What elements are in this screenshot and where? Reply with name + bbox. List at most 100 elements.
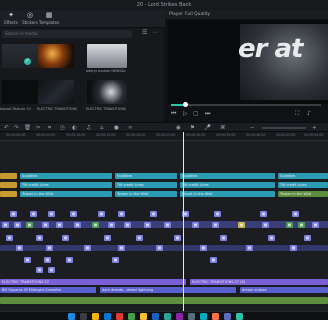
- media-thumb-5[interactable]: [38, 80, 74, 104]
- effect-block[interactable]: ▦: [144, 222, 151, 228]
- search-icon[interactable]: [80, 313, 87, 320]
- effect-block[interactable]: ▦: [36, 235, 43, 241]
- timeline-clip[interactable]: Tilt credit Lines: [20, 182, 112, 188]
- effect-block[interactable]: ▦: [246, 245, 253, 251]
- progress-handle[interactable]: [183, 102, 188, 107]
- effect-block[interactable]: ▦: [174, 235, 181, 241]
- effect-block[interactable]: ▦: [66, 257, 73, 263]
- play-icon[interactable]: ▷: [183, 110, 188, 117]
- app-icon[interactable]: [212, 313, 219, 320]
- effect-block[interactable]: ▦: [26, 222, 33, 228]
- effect-block[interactable]: ▦: [84, 245, 91, 251]
- effect-block[interactable]: ▦: [42, 222, 49, 228]
- playhead[interactable]: [183, 132, 184, 320]
- snapshot-icon[interactable]: ⌘: [220, 124, 226, 132]
- color-icon[interactable]: ◐: [72, 124, 77, 132]
- effect-block[interactable]: ▦: [304, 235, 311, 241]
- filter-icon[interactable]: ☰: [142, 29, 147, 36]
- effect-block[interactable]: ▦: [262, 222, 269, 228]
- effect-block[interactable]: ▦: [192, 222, 199, 228]
- timeline-clip[interactable]: Subtitles: [115, 173, 177, 179]
- media-thumb-1[interactable]: ✓: [2, 44, 38, 68]
- effect-block[interactable]: ▦: [290, 245, 297, 251]
- effect-block[interactable]: ▦: [24, 257, 31, 263]
- app-icon[interactable]: [176, 313, 183, 320]
- effect-block[interactable]: ▦: [286, 222, 293, 228]
- effect-block[interactable]: ▦: [156, 245, 163, 251]
- audio-clip[interactable]: ELECTRIC TRANSITIONS 07: [0, 279, 186, 285]
- timeline-clip[interactable]: Teaser in the Wild: [20, 191, 112, 197]
- mic-icon[interactable]: 🎤: [204, 124, 211, 132]
- media-thumb-4[interactable]: [2, 80, 38, 104]
- search-input[interactable]: Search in media: [2, 30, 132, 38]
- effect-block[interactable]: ▦: [108, 222, 115, 228]
- audio-track-bg[interactable]: [0, 297, 328, 304]
- effect-block[interactable]: ▦: [210, 257, 217, 263]
- effect-block[interactable]: ▦: [268, 235, 275, 241]
- effect-block[interactable]: ▦: [260, 211, 267, 217]
- effect-block[interactable]: ▦: [92, 222, 99, 228]
- progress-track[interactable]: [171, 104, 321, 106]
- timeline-clip[interactable]: Subtitles: [20, 173, 112, 179]
- delete-icon[interactable]: 🗑: [24, 124, 31, 132]
- speed-icon[interactable]: ◷: [60, 124, 65, 132]
- effect-block[interactable]: ▦: [74, 222, 81, 228]
- timeline-clip[interactable]: Teaser in the Wild: [278, 191, 328, 197]
- volume-icon[interactable]: ♪: [307, 110, 311, 117]
- nav-templates[interactable]: ▦ Templates: [38, 11, 60, 27]
- effect-block[interactable]: ▦: [150, 211, 157, 217]
- effect-block[interactable]: ▦: [298, 222, 305, 228]
- marker-icon[interactable]: ⚑: [190, 124, 195, 132]
- timeline-clip[interactable]: Teaser in the Wild: [115, 191, 177, 197]
- effect-block[interactable]: ▦: [36, 267, 43, 273]
- effect-block[interactable]: ▦: [292, 211, 299, 217]
- link-icon[interactable]: ∞: [128, 124, 133, 132]
- zoom-slider[interactable]: [262, 127, 306, 129]
- undo-icon[interactable]: ↶: [4, 124, 9, 132]
- effect-block[interactable]: ▦: [2, 222, 9, 228]
- timeline-clip[interactable]: Shock in the Wild: [180, 191, 275, 197]
- folder-icon[interactable]: [92, 313, 99, 320]
- prev-frame-icon[interactable]: ⏮: [171, 110, 176, 118]
- stop-icon[interactable]: ▢: [193, 110, 199, 117]
- redo-icon[interactable]: ↷: [14, 124, 19, 132]
- music-clip[interactable]: dream eclipse: [240, 287, 328, 293]
- media-thumb-6[interactable]: [87, 80, 127, 104]
- timeline-clip[interactable]: [0, 191, 17, 197]
- effect-block[interactable]: ▦: [118, 211, 125, 217]
- timeline-clip[interactable]: [0, 173, 17, 179]
- effect-block[interactable]: ▦: [164, 222, 171, 228]
- zoom-out-icon[interactable]: −: [250, 124, 255, 132]
- app-icon[interactable]: [164, 313, 171, 320]
- effect-block[interactable]: ▦: [212, 222, 219, 228]
- effect-block[interactable]: ▦: [214, 211, 221, 217]
- next-frame-icon[interactable]: ⏭: [205, 110, 210, 118]
- effect-block[interactable]: ▦: [56, 222, 63, 228]
- effect-block[interactable]: ▦: [48, 267, 55, 273]
- split-icon[interactable]: ✂: [36, 124, 41, 132]
- timeline-clip[interactable]: Tilt credit Lines: [180, 182, 275, 188]
- effect-block[interactable]: ▦: [46, 245, 53, 251]
- timeline-clip[interactable]: Tilt credit Lines: [278, 182, 328, 188]
- effect-block[interactable]: ▦: [48, 211, 55, 217]
- effect-block[interactable]: ▦: [112, 257, 119, 263]
- fullscreen-icon[interactable]: ⛶: [295, 110, 299, 118]
- filmora-icon[interactable]: [236, 313, 243, 320]
- effect-block[interactable]: ▦: [16, 245, 23, 251]
- quality-select[interactable]: Full Quality: [185, 10, 210, 19]
- render-icon[interactable]: ◉: [176, 124, 181, 132]
- effect-block[interactable]: ▦: [6, 235, 13, 241]
- app-icon[interactable]: [200, 313, 207, 320]
- timeline-clip[interactable]: Subtitles: [278, 173, 328, 179]
- record-icon[interactable]: ●: [114, 124, 119, 132]
- effect-block[interactable]: ▦: [104, 235, 111, 241]
- app-icon[interactable]: [128, 313, 135, 320]
- effect-block[interactable]: ▦: [200, 245, 207, 251]
- effect-block[interactable]: ▦: [98, 211, 105, 217]
- zoom-in-icon[interactable]: +: [312, 124, 317, 132]
- effect-block[interactable]: ▦: [70, 211, 77, 217]
- effect-block[interactable]: ▦: [124, 222, 131, 228]
- app-icon[interactable]: [188, 313, 195, 320]
- app-icon[interactable]: [152, 313, 159, 320]
- audio-clip[interactable]: ELECTRIC TRANSITIONS 07 (8): [190, 279, 328, 285]
